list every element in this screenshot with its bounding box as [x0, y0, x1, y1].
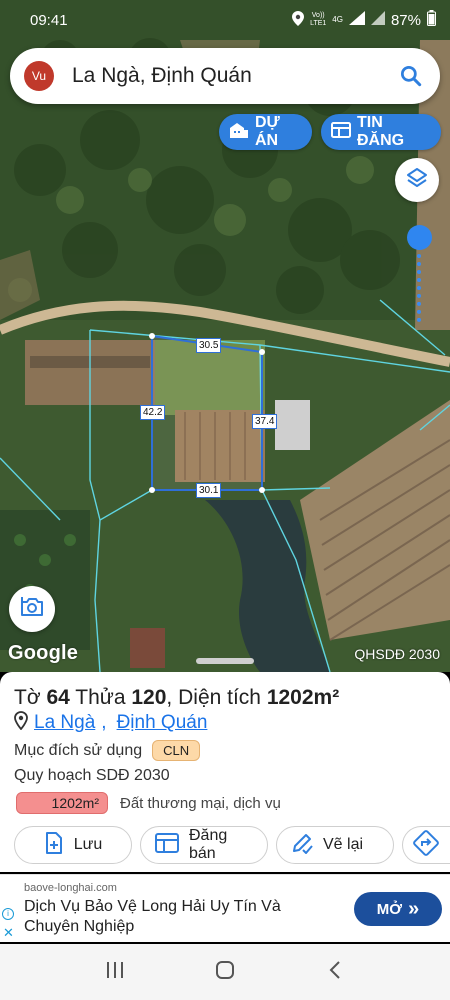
action-buttons: Lưu Đăng bán Vẽ lại — [14, 826, 450, 866]
search-input[interactable]: La Ngà, Định Quán — [72, 64, 398, 88]
recent-apps-icon — [105, 961, 125, 984]
signal-icon — [348, 11, 365, 29]
avatar[interactable]: Vu — [24, 61, 54, 91]
add-file-icon — [44, 831, 64, 859]
location-icon — [292, 10, 305, 30]
land-use-badge: CLN — [152, 740, 201, 761]
building-icon — [229, 121, 249, 144]
listing-icon — [331, 121, 351, 144]
parcel-area: 1202m² — [266, 686, 340, 709]
google-logo: Google — [8, 642, 79, 664]
listings-label: TIN ĐĂNG — [357, 114, 405, 149]
layer-label: QHSDĐ 2030 — [354, 646, 440, 662]
pencil-check-icon — [291, 832, 313, 859]
dimension-right-label: 37.4 — [252, 414, 278, 429]
listings-button[interactable]: TIN ĐĂNG — [321, 114, 441, 150]
purpose-row: Mục đích sử dụng CLN — [14, 740, 201, 761]
commune-link[interactable]: La Ngà — [34, 712, 95, 734]
dimension-bottom-label: 30.1 — [196, 483, 222, 498]
sheet-drag-handle[interactable] — [196, 658, 254, 664]
sheet-number: 64 — [46, 686, 70, 709]
ad-info-icon[interactable]: i — [2, 908, 14, 920]
search-bar[interactable]: Vu La Ngà, Định Quán — [10, 48, 440, 104]
district-link[interactable]: Định Quán — [117, 712, 208, 734]
status-time: 09:41 — [30, 11, 68, 29]
recent-apps-button[interactable] — [95, 952, 135, 992]
status-bar: 09:41 Vo)) LTE1 4G 87% — [0, 0, 450, 40]
directions-icon — [413, 829, 439, 861]
plot-number: 120 — [131, 686, 167, 709]
post-sale-label: Đăng bán — [189, 827, 228, 862]
network-label: Vo)) LTE1 — [310, 12, 327, 27]
system-nav-bar — [0, 944, 450, 1000]
plan-area-badge: 1202m² — [16, 792, 108, 814]
layers-button[interactable] — [395, 158, 439, 202]
directions-button[interactable] — [402, 826, 450, 864]
projects-label: DỰ ÁN — [255, 114, 280, 149]
projects-button[interactable]: DỰ ÁN — [219, 114, 312, 150]
status-icons: Vo)) LTE1 4G 87% — [292, 10, 436, 30]
battery-icon — [427, 10, 436, 30]
location-row: La Ngà, Định Quán — [14, 711, 207, 735]
double-chevron-icon: » — [408, 898, 420, 920]
post-sale-button[interactable]: Đăng bán — [140, 826, 268, 864]
redraw-button[interactable]: Vẽ lại — [276, 826, 394, 864]
pin-icon — [14, 711, 28, 735]
parcel-title: Tờ 64 Thửa 120, Diện tích 1202m² — [14, 686, 340, 709]
save-button[interactable]: Lưu — [14, 826, 132, 864]
lte-label: 4G — [332, 15, 343, 24]
signal-icon-2 — [370, 11, 385, 29]
ad-close-icon[interactable]: ✕ — [3, 925, 14, 941]
ad-open-button[interactable]: MỞ » — [354, 892, 442, 926]
dimension-top-label: 30.5 — [196, 338, 222, 353]
ad-domain: baove-longhai.com — [24, 882, 117, 894]
plan-area-row: 1202m² Đất thương mại, dịch vụ — [16, 792, 281, 814]
back-button[interactable] — [315, 952, 355, 992]
save-label: Lưu — [73, 836, 103, 853]
camera-icon — [19, 595, 45, 624]
home-icon — [215, 960, 235, 985]
search-icon[interactable] — [398, 63, 424, 89]
ad-text[interactable]: Dịch Vụ Bảo Vệ Long Hải Uy Tín Và Chuyên… — [24, 897, 324, 937]
camera-button[interactable] — [9, 586, 55, 632]
ad-open-label: MỞ — [376, 900, 403, 918]
home-button[interactable] — [205, 952, 245, 992]
layers-icon — [405, 166, 429, 195]
battery-percent: 87% — [390, 11, 421, 29]
plan-label: Quy hoạch SDĐ 2030 — [14, 767, 170, 784]
redraw-label: Vẽ lại — [323, 836, 364, 853]
purpose-label: Mục đích sử dụng — [14, 741, 143, 759]
plan-area-description: Đất thương mại, dịch vụ — [120, 794, 281, 812]
opacity-slider-track[interactable] — [417, 238, 421, 322]
listing-icon — [155, 832, 179, 858]
dimension-left-label: 42.2 — [140, 405, 166, 420]
opacity-slider-handle[interactable] — [407, 225, 432, 250]
back-icon — [328, 960, 342, 985]
